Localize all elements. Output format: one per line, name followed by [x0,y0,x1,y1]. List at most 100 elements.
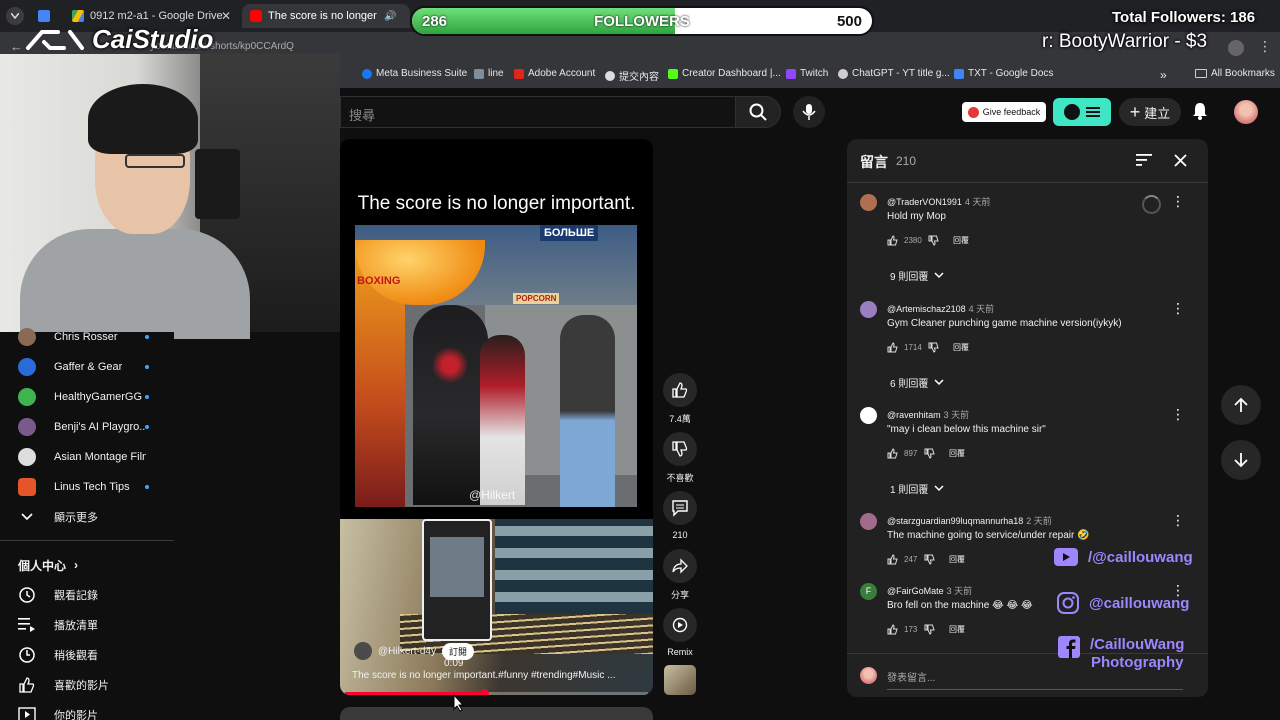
sidebar-item-playlists[interactable]: 播放清單 [0,610,174,640]
bookmark-chatgpt[interactable]: ChatGPT - YT title g... [838,68,950,79]
subscribe-button[interactable]: 訂閱 [441,642,474,660]
view-replies-button[interactable]: 1 則回覆 [890,481,944,496]
comment-avatar[interactable] [860,194,877,211]
search-input[interactable]: 搜尋 [340,96,735,128]
drive-icon [72,10,84,22]
bookmark-twitch[interactable]: Twitch [786,68,828,79]
sidebar-subscription[interactable]: Asian Montage Film [0,442,174,472]
comment-avatar[interactable]: F [860,583,877,600]
comment-author[interactable]: @TraderVON1991 4 天前 [887,195,990,208]
sound-thumbnail[interactable] [664,665,696,695]
sidebar-item-your-videos[interactable]: 你的影片 [0,700,174,720]
short-video-player[interactable]: The score is no longer important. БОЛЬШЕ… [340,139,653,695]
bookmark-creator-dashboard[interactable]: Creator Dashboard |... [668,68,781,79]
thumbs-down-icon[interactable] [924,554,935,565]
comment-avatar[interactable] [860,407,877,424]
bookmark-meta[interactable]: Meta Business Suite [362,68,467,79]
profile-icon[interactable] [1228,40,1244,56]
next-short-button[interactable] [1221,440,1261,480]
progress-track[interactable] [345,689,648,695]
comment-username[interactable]: @starzguardian99luqmannurha18 [887,516,1023,526]
thumbs-down-icon[interactable] [928,342,939,353]
search-icon [749,103,767,121]
bookmark-txt-docs[interactable]: TXT - Google Docs [954,68,1053,79]
more-vert-icon[interactable]: ⋮ [1258,38,1272,55]
add-comment-input[interactable]: 發表留言... [887,669,1183,690]
sidebar-subscription[interactable]: Linus Tech Tips [0,472,174,502]
reply-button[interactable]: 回覆 [949,554,965,565]
dislike-button[interactable]: 不喜歡 [662,432,698,484]
tab-menu-button[interactable] [6,7,24,25]
comment-author[interactable]: @starzguardian99luqmannurha18 2 天前 [887,514,1052,527]
video-title[interactable]: The score is no longer important.#funny … [352,670,642,681]
thumbs-up-icon[interactable] [887,553,898,565]
extension-button[interactable] [1053,98,1111,126]
share-icon [672,558,688,574]
sidebar-subscription[interactable]: HealthyGamerGG [0,382,174,412]
channel-name[interactable]: @Hilkert-d4y [378,646,436,657]
bookmark-submit[interactable]: 提交內容 [605,68,659,83]
give-feedback-button[interactable]: Give feedback [962,102,1046,122]
channel-name: HealthyGamerGG [54,391,143,403]
comment-author[interactable]: @Artemischaz2108 4 天前 [887,302,994,315]
more-vert-icon[interactable]: ⋮ [1171,407,1185,421]
sidebar-subscription[interactable]: Chris Rosser [0,322,174,352]
voice-search-button[interactable] [793,96,825,128]
you-section-header[interactable]: 個人中心 › [0,550,174,580]
comment-author[interactable]: @ravenhitam 3 天前 [887,408,969,421]
comment-avatar[interactable] [860,301,877,318]
sidebar-item-liked[interactable]: 喜歡的影片 [0,670,174,700]
reply-button[interactable]: 回覆 [953,235,969,246]
audio-icon: 🔊 [384,10,397,22]
progress-scrubber[interactable] [480,689,490,695]
search-button[interactable] [735,96,781,128]
comments-button[interactable]: 210 [662,491,698,540]
comment-username[interactable]: @Artemischaz2108 [887,304,966,314]
channel-avatar[interactable] [354,642,372,660]
more-vert-icon[interactable]: ⋮ [1171,301,1185,315]
docs-icon [38,10,50,22]
more-vert-icon[interactable]: ⋮ [1171,194,1185,208]
comment-username[interactable]: @TraderVON1991 [887,197,962,207]
person-hair [88,84,198,154]
account-avatar[interactable] [1234,100,1258,124]
thumbs-up-icon[interactable] [887,623,898,635]
comment-avatar[interactable] [860,513,877,530]
view-replies-button[interactable]: 9 則回覆 [890,268,944,283]
sidebar-item-history[interactable]: 觀看記錄 [0,580,174,610]
all-bookmarks[interactable]: All Bookmarks [1195,68,1275,79]
sort-icon[interactable] [1136,154,1152,167]
comment-username[interactable]: @ravenhitam [887,410,941,420]
like-button[interactable]: 7.4萬 [662,373,698,425]
reply-button[interactable]: 回覆 [949,448,965,459]
thumbs-down-icon[interactable] [928,235,939,246]
comment-author[interactable]: @FairGoMate 3 天前 [887,584,972,597]
bookmark-line[interactable]: line [474,68,504,79]
close-icon[interactable] [1174,154,1187,167]
more-vert-icon[interactable]: ⋮ [1171,513,1185,527]
bookmark-adobe[interactable]: Adobe Account [514,68,595,79]
thumbs-up-icon[interactable] [887,341,898,353]
share-button[interactable]: 分享 [662,549,698,601]
thumbs-down-icon[interactable] [924,448,935,459]
comment-username[interactable]: @FairGoMate [887,586,944,596]
thumbs-up-icon[interactable] [887,447,898,459]
create-button[interactable]: + 建立 [1119,98,1181,126]
back-icon[interactable]: ← [10,39,23,54]
close-icon[interactable]: ✕ [221,9,231,23]
thumbs-up-icon[interactable] [887,234,898,246]
show-more-button[interactable]: 顯示更多 [0,502,174,532]
comment-text: Bro fell on the machine 😂 😂 😂 [887,600,1033,611]
bookmarks-overflow[interactable]: » [1160,68,1167,82]
notifications-bell-icon[interactable] [1192,102,1208,120]
thumbs-down-icon[interactable] [924,624,935,635]
reply-button[interactable]: 回覆 [949,624,965,635]
reply-button[interactable]: 回覆 [953,342,969,353]
sidebar-subscription[interactable]: Benji's AI Playgro... [0,412,174,442]
sidebar-item-watch-later[interactable]: 稍後觀看 [0,640,174,670]
remix-button[interactable]: Remix [662,608,698,657]
previous-short-button[interactable] [1221,385,1261,425]
view-replies-button[interactable]: 6 則回覆 [890,375,944,390]
sidebar-subscription[interactable]: Gaffer & Gear [0,352,174,382]
tab-youtube[interactable]: The score is no longer impo 🔊 [242,4,410,28]
